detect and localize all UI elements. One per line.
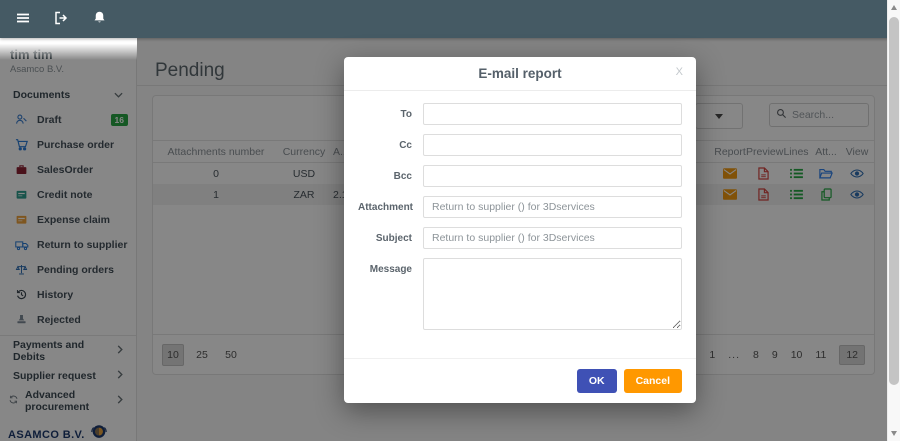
application-window: tim tim Asamco B.V. Documents Draft 16 P… xyxy=(0,0,900,441)
notifications-button[interactable] xyxy=(88,8,110,30)
subject-field[interactable] xyxy=(423,227,682,249)
bcc-field[interactable] xyxy=(423,165,682,187)
hamburger-icon xyxy=(15,10,31,29)
scroll-down-arrow-icon[interactable] xyxy=(891,431,897,436)
cancel-button[interactable]: Cancel xyxy=(624,369,682,393)
attachment-field[interactable] xyxy=(423,196,682,218)
dialog-body: To Cc Bcc Attachment Subject Message xyxy=(344,91,696,330)
logout-icon xyxy=(53,10,69,29)
page-scrollbar xyxy=(887,0,900,441)
scroll-up-arrow-icon[interactable] xyxy=(891,5,897,10)
to-label: To xyxy=(358,109,412,120)
message-field[interactable] xyxy=(423,258,682,330)
to-field[interactable] xyxy=(423,103,682,125)
cc-label: Cc xyxy=(358,140,412,151)
attachment-label: Attachment xyxy=(358,202,412,213)
dialog-header: E-mail report X xyxy=(344,57,696,91)
subject-label: Subject xyxy=(358,233,412,244)
bell-icon xyxy=(92,10,107,28)
logout-button[interactable] xyxy=(50,8,72,30)
cc-field[interactable] xyxy=(423,134,682,156)
ok-button[interactable]: OK xyxy=(577,369,617,393)
menu-button[interactable] xyxy=(12,8,34,30)
dialog-title: E-mail report xyxy=(478,66,561,81)
top-app-bar xyxy=(0,0,900,38)
dialog-footer: OK Cancel xyxy=(344,358,696,403)
message-label: Message xyxy=(358,264,412,275)
bcc-label: Bcc xyxy=(358,171,412,182)
email-report-dialog: E-mail report X To Cc Bcc Attachment Sub… xyxy=(344,57,696,403)
close-icon[interactable]: X xyxy=(676,66,683,78)
scrollbar-thumb[interactable] xyxy=(889,17,899,385)
